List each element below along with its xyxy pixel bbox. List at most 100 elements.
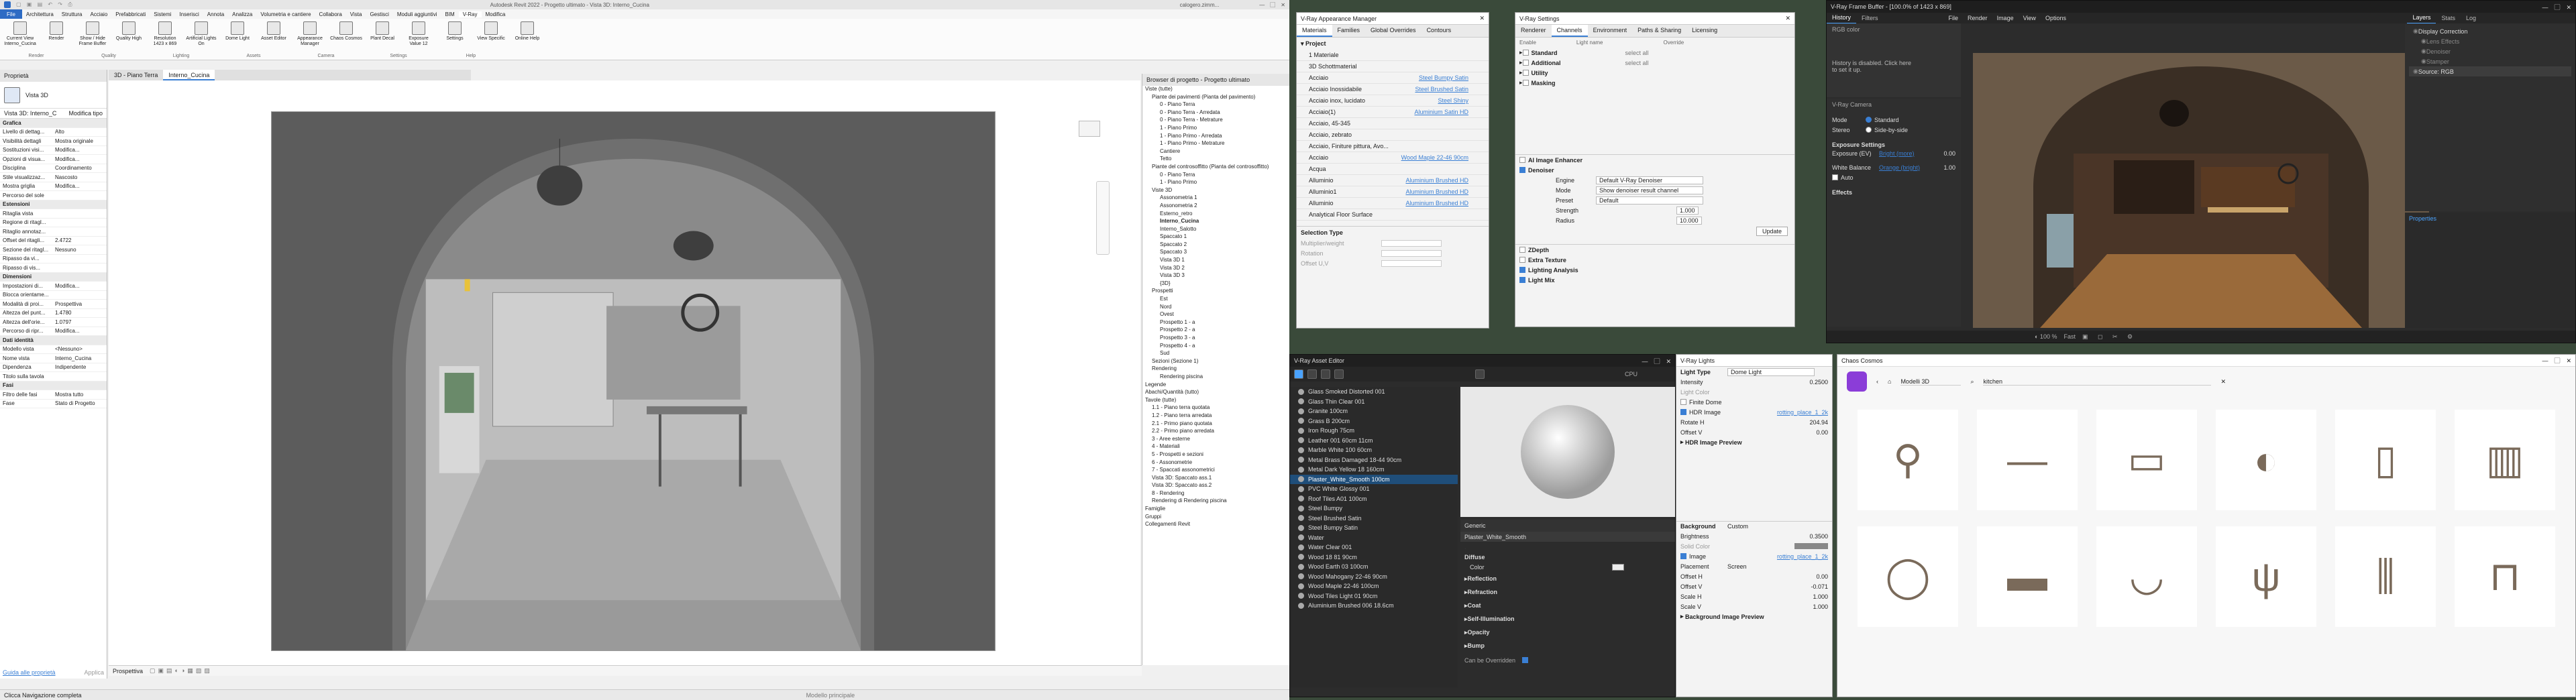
appearance-row[interactable]: Acciaio Inossidabile Steel Brushed Satin <box>1297 84 1489 95</box>
cosmos-asset-tile[interactable]: ◯ <box>1858 526 1958 627</box>
browser-item[interactable]: 2.1 - Primo piano quotata <box>1142 420 1289 428</box>
cosmos-asset-tile[interactable]: ▭ <box>2096 410 2197 510</box>
props-value[interactable]: Modifica... <box>52 156 107 162</box>
appearance-row[interactable]: Acciaio inox, lucidato Steel Shiny <box>1297 95 1489 107</box>
placement-select[interactable]: Screen <box>1727 563 1747 570</box>
asset-material-item[interactable]: Grass B 200cm <box>1290 416 1458 426</box>
props-row[interactable]: Livello di dettag... Alto <box>0 128 107 137</box>
props-value[interactable]: Modifica... <box>52 283 107 289</box>
browser-item[interactable]: Piante dei pavimenti (Pianta del pavimen… <box>1142 94 1289 102</box>
appearance-row[interactable]: Acciaio Wood Maple 22-46 90cm <box>1297 152 1489 164</box>
browser-item[interactable]: Piante del controsoffitto (Pianta del co… <box>1142 164 1289 172</box>
browser-item[interactable]: Est <box>1142 296 1289 304</box>
cosmos-window-controls[interactable]: — ▢ ✕ <box>2542 356 2571 365</box>
offset-input[interactable]: 0.00 <box>1816 429 1828 436</box>
vray-material-link[interactable]: Aluminium Brushed HD <box>1395 200 1468 207</box>
ribbon-button[interactable]: Show / Hide Frame Buffer <box>76 21 109 47</box>
selection-input[interactable] <box>1381 249 1442 257</box>
props-value[interactable]: <Nessuno> <box>52 346 107 352</box>
chevron-right-icon[interactable]: ▸ <box>1680 613 1685 620</box>
ribbon-button[interactable]: Chaos Cosmos <box>330 21 362 47</box>
vfb-wb-auto-checkbox[interactable] <box>1832 174 1838 180</box>
browser-item[interactable]: 2.2 - Primo piano arredata <box>1142 428 1289 436</box>
props-section[interactable]: Fasi <box>0 381 107 390</box>
vfb-rgb-label[interactable]: RGB color <box>1832 26 1955 33</box>
browser-item[interactable]: Rendering <box>1142 365 1289 373</box>
browser-item[interactable]: Collegamenti Revit <box>1142 521 1289 529</box>
background-select[interactable]: Custom <box>1727 523 1748 530</box>
ribbon-button[interactable]: View Specific <box>475 21 507 47</box>
strength-input[interactable]: 1.000 <box>1676 206 1699 215</box>
vfb-wb-link[interactable]: Orange (bright) <box>1879 164 1920 171</box>
cosmos-asset-tile[interactable]: ▯ <box>2335 410 2436 510</box>
vfb-bottom-icons[interactable]: ▣ ◻ ✂ ⚙ <box>2082 333 2137 341</box>
props-value[interactable]: Nessuno <box>52 247 107 253</box>
view-controls-icons[interactable]: ▢▣▤◐◑▦▧▨ <box>150 667 213 675</box>
browser-item[interactable]: Cantiere <box>1142 148 1289 156</box>
props-value[interactable]: Modifica... <box>52 183 107 189</box>
props-value[interactable]: Stato di Progetto <box>52 400 107 406</box>
ribbon-button[interactable]: Dome Light <box>221 21 254 47</box>
browser-item[interactable]: Legende <box>1142 382 1289 390</box>
browser-item[interactable]: Vista 3D 2 <box>1142 265 1289 273</box>
ribbon-button[interactable]: Asset Editor <box>258 21 290 47</box>
browser-item[interactable]: Spaccato 3 <box>1142 249 1289 257</box>
menu-tab[interactable]: Struttura <box>58 11 87 17</box>
vray-material-link[interactable]: Steel Bumpy Satin <box>1395 74 1468 81</box>
eye-icon[interactable]: ◉ <box>2421 48 2426 55</box>
channel-checkbox[interactable] <box>1522 80 1529 86</box>
browser-item[interactable]: 1.2 - Piano terra arredata <box>1142 412 1289 420</box>
browser-item[interactable]: Vista 3D: Spaccato ass.2 <box>1142 482 1289 490</box>
props-row[interactable]: Offset del ritagli... 2.4722 <box>0 237 107 245</box>
browser-item[interactable]: Viste 3D <box>1142 187 1289 195</box>
asset-material-item[interactable]: Wood Earth 03 100cm <box>1290 562 1458 572</box>
tab-renderer[interactable]: Renderer <box>1515 25 1552 37</box>
material-name[interactable]: Plaster_White_Smooth <box>1464 534 1526 540</box>
props-selection[interactable]: Vista 3D: Interno_C <box>4 110 56 117</box>
browser-item[interactable]: Interno_Salotto <box>1142 226 1289 234</box>
ribbon-button[interactable]: Quality High <box>113 21 145 47</box>
brightness-input[interactable]: 0.3500 <box>1809 533 1828 540</box>
param-section[interactable]: ▸ Opacity <box>1460 626 1675 639</box>
channel-checkbox[interactable] <box>1522 50 1529 56</box>
props-row[interactable]: Titolo sulla tavola <box>0 372 107 382</box>
intensity-input[interactable]: 0.2500 <box>1809 379 1828 386</box>
hdr-preview-label[interactable]: HDR Image Preview <box>1685 439 1742 446</box>
browser-item[interactable]: 8 - Rendering <box>1142 490 1289 498</box>
ribbon-button[interactable]: Resolution 1423 x 869 <box>149 21 181 47</box>
ai-checkbox[interactable] <box>1519 157 1525 163</box>
appearance-close-icon[interactable]: ✕ <box>1479 15 1485 22</box>
cosmos-asset-tile[interactable]: ⊓ <box>2455 526 2555 627</box>
cosmos-logo-icon[interactable] <box>1847 371 1867 392</box>
props-row[interactable]: Visibilità dettagli Mostra originale <box>0 137 107 146</box>
asset-material-item[interactable]: Glass Thin Clear 001 <box>1290 397 1458 407</box>
clear-search-icon[interactable]: ✕ <box>2220 378 2226 386</box>
asset-material-item[interactable]: Steel Bumpy Satin <box>1290 523 1458 533</box>
menu-tab[interactable]: Prefabbricati <box>111 11 150 17</box>
select-all[interactable]: select all <box>1625 50 1649 56</box>
hdr-checkbox[interactable] <box>1680 409 1686 415</box>
browser-item[interactable]: 1 - Piano Primo <box>1142 179 1289 187</box>
lighting-checkbox[interactable] <box>1519 267 1525 273</box>
param-section[interactable]: ▸ Self-Illumination <box>1460 612 1675 626</box>
eye-icon[interactable]: ◉ <box>2421 58 2426 65</box>
props-row[interactable]: Filtro delle fasi Mostra tutto <box>0 390 107 400</box>
vfb-menu-item[interactable]: Image <box>1992 15 2019 21</box>
asset-material-item[interactable]: Iron Rough 75cm <box>1290 426 1458 436</box>
browser-item[interactable]: 0 - Piano Terra - Arredata <box>1142 109 1289 117</box>
browser-item[interactable]: Prospetto 1 - a <box>1142 319 1289 327</box>
props-value[interactable]: Indipendente <box>52 364 107 370</box>
props-row[interactable]: Ritaglia vista <box>0 209 107 219</box>
props-section[interactable]: Grafica <box>0 119 107 128</box>
menu-tab[interactable]: Inserisci <box>175 11 203 17</box>
vfb-tab-stats[interactable]: Stats <box>2436 13 2461 23</box>
lights-tab-icon[interactable] <box>1307 369 1317 379</box>
can-overridden-checkbox[interactable] <box>1522 657 1529 663</box>
vray-material-link[interactable]: Aluminium Brushed HD <box>1395 177 1468 184</box>
revit-user[interactable]: calogero.zimm... <box>1180 2 1220 8</box>
props-value[interactable]: 2.4722 <box>52 237 107 243</box>
eye-icon[interactable]: ◉ <box>2413 27 2418 35</box>
browser-item[interactable]: Vista 3D 1 <box>1142 257 1289 265</box>
browser-item[interactable]: Interno_Cucina <box>1142 218 1289 226</box>
vfb-zoom[interactable]: ◐ 100 % <box>2035 333 2057 340</box>
